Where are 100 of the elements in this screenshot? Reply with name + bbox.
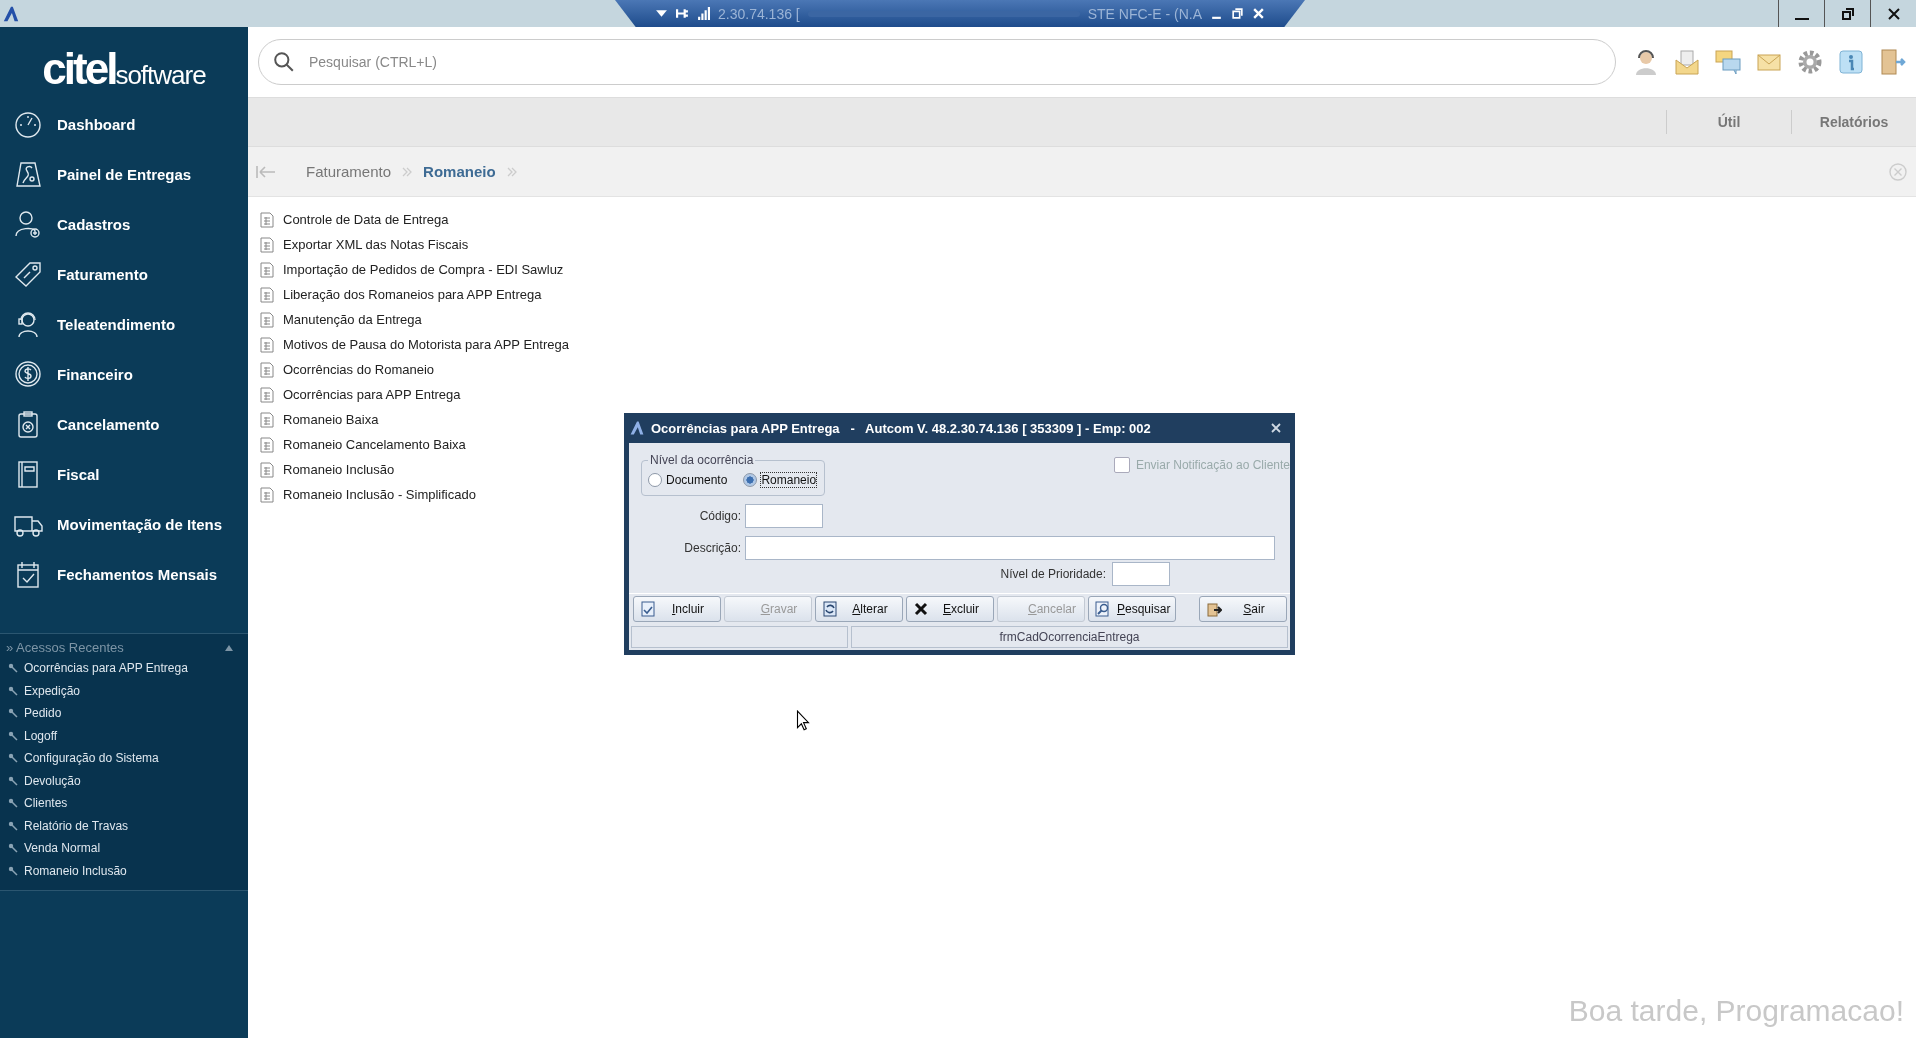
recent-item[interactable]: Venda Normal bbox=[0, 837, 248, 860]
document-icon bbox=[260, 311, 274, 328]
nav-item[interactable]: Fiscal bbox=[0, 449, 248, 499]
recent-item[interactable]: Devolução bbox=[0, 769, 248, 792]
gauge-icon bbox=[13, 109, 43, 139]
recent-item[interactable]: Pedido bbox=[0, 702, 248, 725]
info-icon[interactable] bbox=[1837, 48, 1865, 76]
key-icon bbox=[8, 775, 18, 786]
breadcrumb-item[interactable]: Romaneio bbox=[423, 163, 496, 180]
toolbar-button[interactable]: Alterar bbox=[815, 596, 903, 622]
remote-title: 2.30.74.136 [ bbox=[718, 5, 800, 22]
nav-item[interactable]: Cadastros bbox=[0, 199, 248, 249]
recent-item[interactable]: Ocorrências para APP Entrega bbox=[0, 657, 248, 680]
key-icon bbox=[8, 708, 18, 719]
pin-icon[interactable] bbox=[676, 7, 689, 20]
key-icon bbox=[8, 798, 18, 809]
document-icon bbox=[260, 211, 274, 228]
nav-item[interactable]: Fechamentos Mensais bbox=[0, 549, 248, 599]
delete-icon bbox=[913, 601, 929, 617]
menu-item[interactable]: Liberação dos Romaneios para APP Entrega bbox=[260, 282, 542, 307]
dialog-title: Ocorrências para APP Entrega - Autcom V. 48.2.30.74.136 [ 353309 ] - Emp: 002 bbox=[651, 420, 1151, 436]
nav-item[interactable]: Dashboard bbox=[0, 99, 248, 149]
group-label: Nível da ocorrência bbox=[649, 453, 755, 467]
tag-icon bbox=[13, 259, 43, 289]
coin-icon bbox=[13, 359, 43, 389]
menu-item[interactable]: Controle de Data de Entrega bbox=[260, 207, 449, 232]
edit-icon bbox=[822, 601, 838, 617]
document-icon bbox=[260, 236, 274, 253]
key-icon bbox=[8, 820, 18, 831]
field-label: Código: bbox=[698, 509, 741, 523]
menu-item[interactable]: Romaneio Inclusão - Simplificado bbox=[260, 482, 476, 507]
remote-title: STE NFC-E - (N.A bbox=[1087, 5, 1202, 22]
toolbar-tab[interactable]: Útil bbox=[1666, 110, 1791, 134]
map-icon bbox=[13, 159, 43, 189]
nav-item[interactable]: Painel de Entregas bbox=[0, 149, 248, 199]
recent-item[interactable]: Relatório de Travas bbox=[0, 814, 248, 837]
key-icon bbox=[8, 685, 18, 696]
logo: citelsoftware bbox=[41, 43, 207, 95]
document-icon bbox=[260, 436, 274, 453]
minimize-icon bbox=[1794, 17, 1809, 20]
menu-item[interactable]: Romaneio Inclusão bbox=[260, 457, 395, 482]
menu-item[interactable]: Importação de Pedidos de Compra - EDI Sawluz bbox=[260, 257, 564, 282]
recent-item[interactable]: Logoff bbox=[0, 724, 248, 747]
search-icon bbox=[1095, 601, 1111, 617]
recent-item[interactable]: Clientes bbox=[0, 792, 248, 815]
key-icon bbox=[8, 663, 18, 674]
document-icon bbox=[260, 261, 274, 278]
nav-item[interactable]: Financeiro bbox=[0, 349, 248, 399]
chevron-icon bbox=[505, 165, 518, 178]
radio-option[interactable]: Romaneio bbox=[743, 473, 817, 487]
nav-item[interactable]: Cancelamento bbox=[0, 399, 248, 449]
menu-item[interactable]: Romaneio Baixa bbox=[260, 407, 379, 432]
document-icon bbox=[260, 461, 274, 478]
menu-item[interactable]: Ocorrências do Romaneio bbox=[260, 357, 435, 382]
chevron-icon bbox=[401, 165, 414, 178]
priority-field[interactable] bbox=[1112, 562, 1170, 586]
app-logo-icon bbox=[2, 4, 20, 23]
nav-item[interactable]: Faturamento bbox=[0, 249, 248, 299]
menu-item[interactable]: Manutenção da Entrega bbox=[260, 307, 422, 332]
add-icon bbox=[640, 601, 656, 617]
restore-icon[interactable] bbox=[1231, 7, 1244, 20]
key-icon bbox=[8, 730, 18, 741]
close-icon[interactable] bbox=[1270, 422, 1282, 434]
toolbar-button[interactable]: Excluir bbox=[906, 596, 994, 622]
key-icon bbox=[8, 753, 18, 764]
recent-item[interactable]: Romaneio Inclusão bbox=[0, 859, 248, 882]
toolbar-button[interactable]: Pesquisar bbox=[1088, 596, 1176, 622]
recent-item[interactable]: Expedição bbox=[0, 679, 248, 702]
toolbar-button[interactable]: Sair bbox=[1199, 596, 1287, 622]
settings-icon[interactable] bbox=[1796, 48, 1824, 76]
dropdown-icon[interactable] bbox=[655, 7, 668, 20]
mouse-cursor-icon bbox=[796, 710, 810, 732]
status-text: frmCadOcorrenciaEntrega bbox=[851, 626, 1288, 648]
menu-item[interactable]: Motivos de Pausa do Motorista para APP Entrega bbox=[260, 332, 569, 357]
close-icon bbox=[1886, 6, 1901, 21]
recent-header: » Acessos Recentes bbox=[6, 640, 124, 655]
exit-door-icon[interactable] bbox=[1878, 48, 1906, 76]
nav-item[interactable]: Teleatendimento bbox=[0, 299, 248, 349]
toolbar-button[interactable]: Incluir bbox=[633, 596, 721, 622]
toolbar-tab[interactable]: Relatórios bbox=[1791, 110, 1916, 134]
document-icon bbox=[260, 386, 274, 403]
nav-item[interactable]: Movimentação de Itens bbox=[0, 499, 248, 549]
menu-item[interactable]: Exportar XML das Notas Fiscais bbox=[260, 232, 469, 257]
document-icon bbox=[260, 336, 274, 353]
search-icon bbox=[273, 51, 295, 73]
description-field[interactable] bbox=[745, 536, 1275, 560]
recent-item[interactable]: Configuração do Sistema bbox=[0, 747, 248, 770]
user-icon bbox=[13, 209, 43, 239]
document-icon bbox=[260, 486, 274, 503]
exit-icon bbox=[1206, 601, 1222, 617]
breadcrumb-item[interactable]: Faturamento bbox=[306, 163, 392, 180]
restore-icon bbox=[1840, 6, 1855, 21]
menu-item[interactable]: Romaneio Cancelamento Baixa bbox=[260, 432, 466, 457]
radio-option[interactable]: Documento bbox=[648, 473, 728, 487]
code-field[interactable] bbox=[745, 504, 823, 528]
key-icon bbox=[8, 843, 18, 854]
menu-item[interactable]: Ocorrências para APP Entrega bbox=[260, 382, 461, 407]
document-icon bbox=[260, 361, 274, 378]
document-icon bbox=[260, 411, 274, 428]
collapse-icon[interactable] bbox=[224, 643, 234, 652]
